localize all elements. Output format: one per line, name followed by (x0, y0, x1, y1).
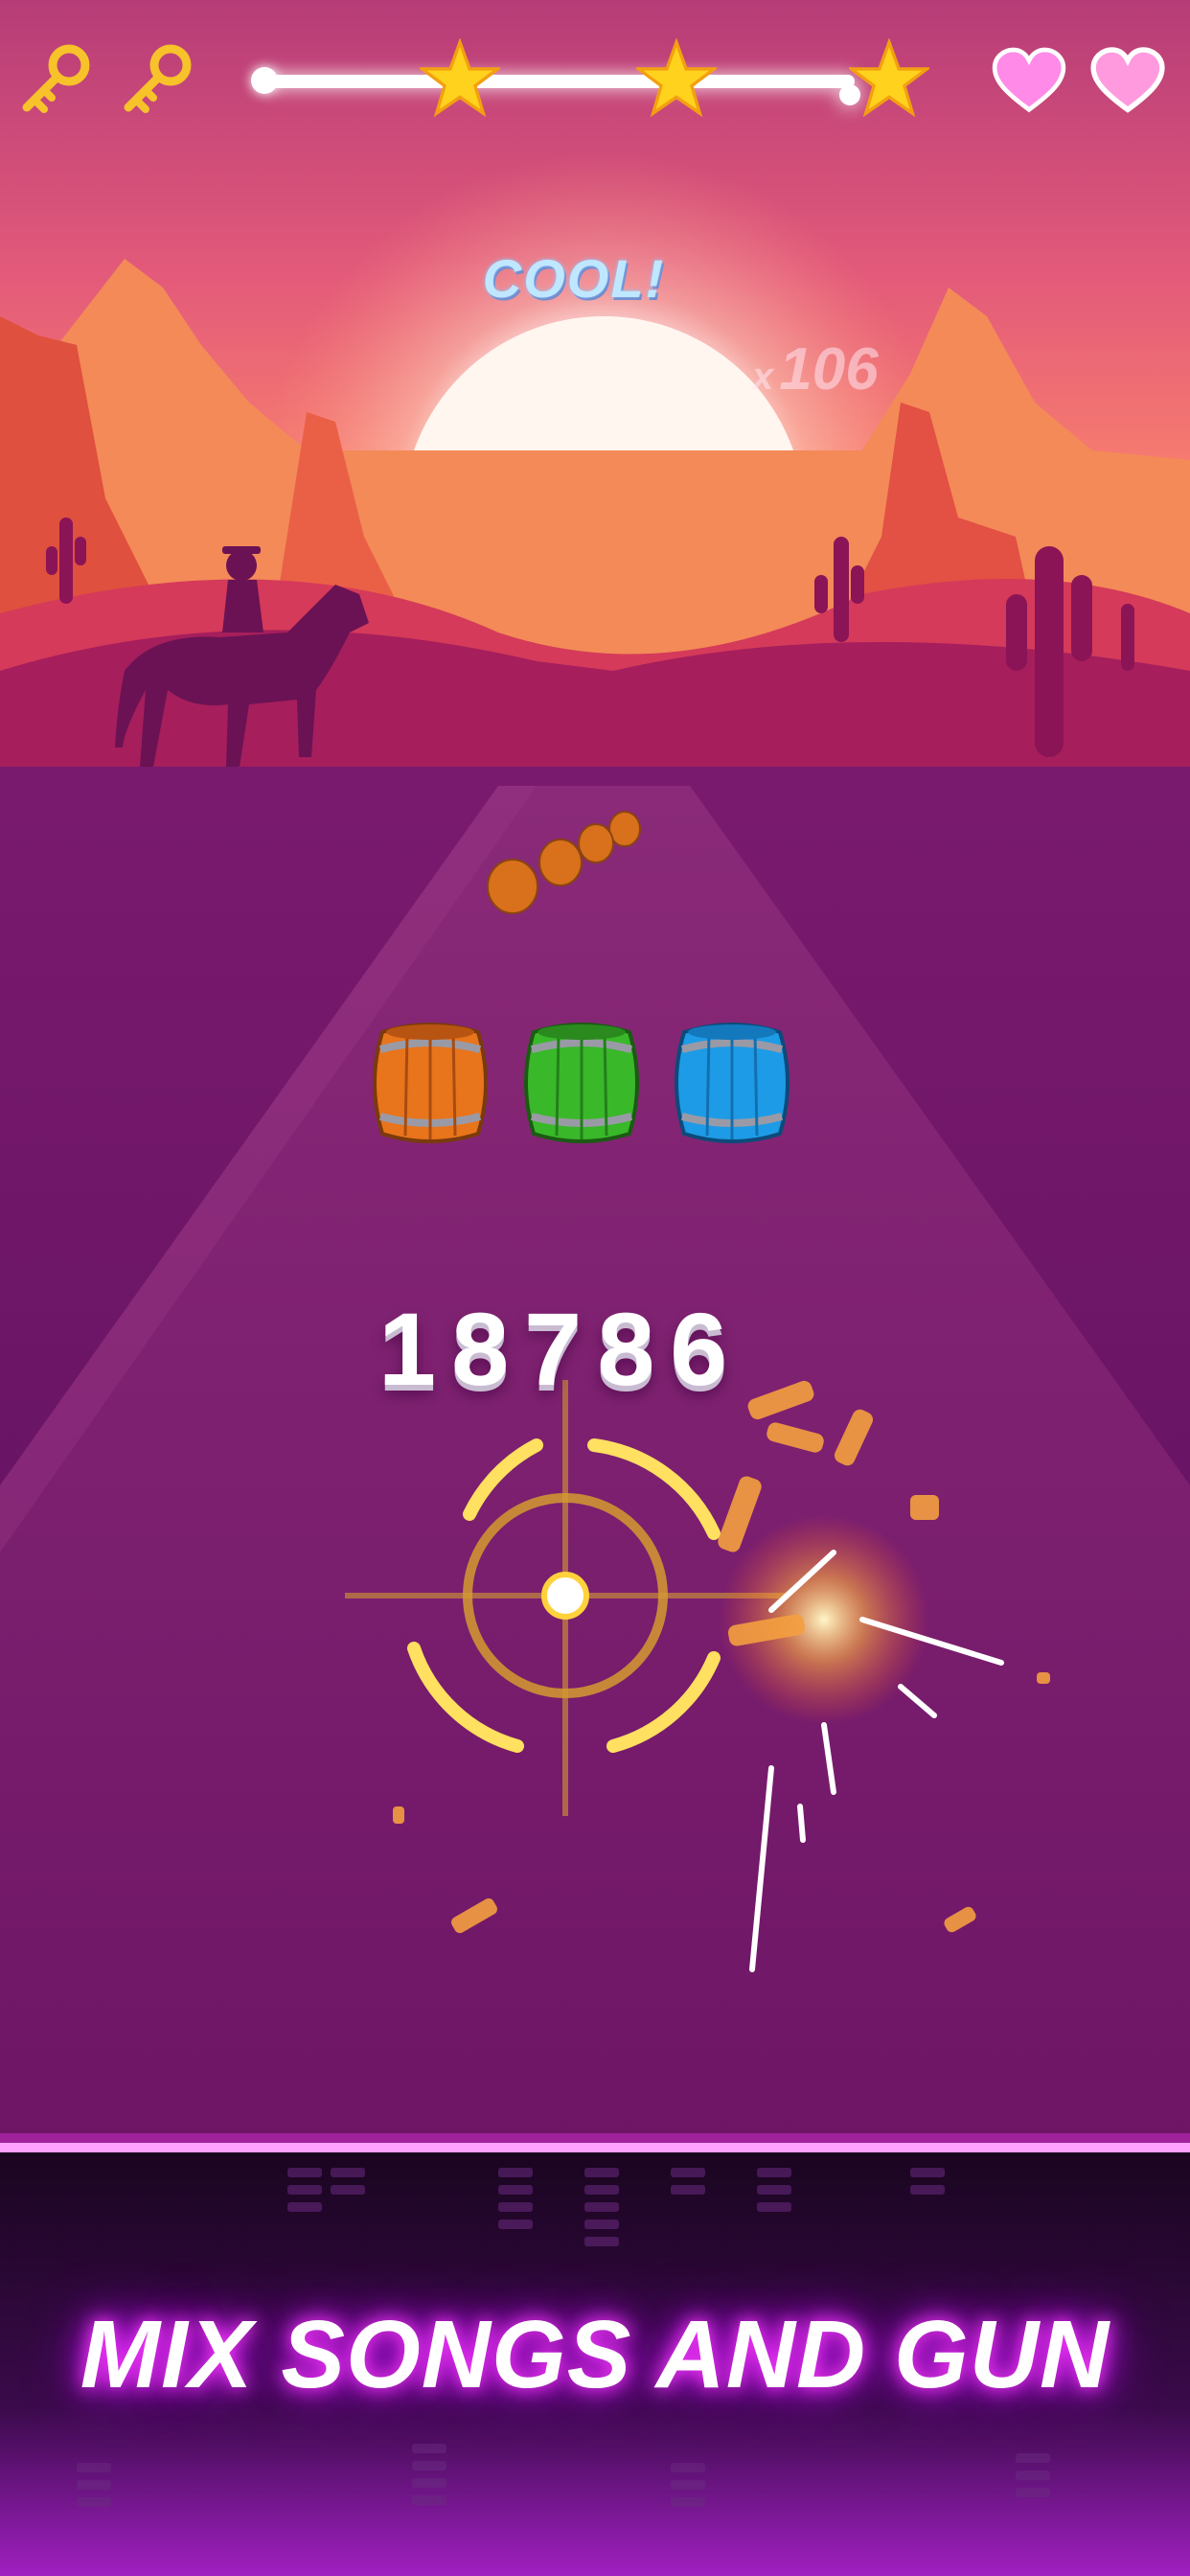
key-icon (124, 44, 192, 113)
score-counter: 18786 (378, 1291, 744, 1407)
star-icon (636, 38, 717, 118)
heart-icon (1090, 47, 1165, 113)
barrel-blue[interactable] (671, 1021, 793, 1145)
game-scene (0, 0, 1190, 2576)
promo-banner-text: MIX SONGS AND GUN (80, 2301, 1110, 2408)
combo-value: 106 (779, 336, 879, 402)
star-icon (420, 38, 500, 118)
barrel-green[interactable] (520, 1021, 643, 1145)
star-icon (849, 38, 929, 118)
progress-start-marker (251, 67, 278, 94)
judgement-text: COOL! (482, 248, 666, 309)
song-progress-bar (261, 75, 855, 88)
key-icon (22, 44, 90, 113)
hud (0, 0, 1190, 163)
combo-counter: x106 (752, 335, 879, 403)
heart-icon (992, 47, 1066, 113)
combo-prefix: x (752, 356, 774, 398)
barrel-orange[interactable] (369, 1021, 492, 1145)
